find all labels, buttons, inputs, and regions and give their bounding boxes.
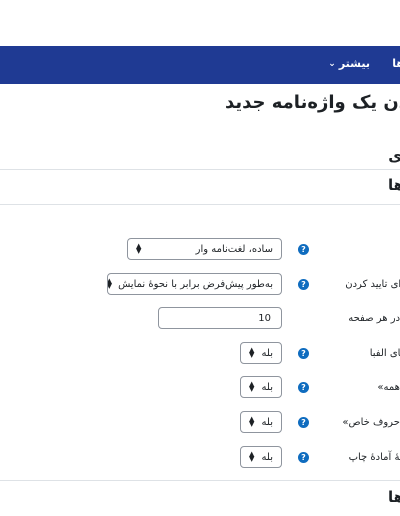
nav-item-partial[interactable]: ها — [392, 57, 400, 70]
show-all-label: «همه» — [377, 382, 400, 393]
question-circle-icon[interactable]: ? — [298, 348, 309, 359]
divider — [0, 169, 400, 170]
section-title-entries[interactable]: ها — [388, 176, 400, 194]
nav-more-label: بیشتر — [338, 57, 370, 70]
show-alphabet-label: های الفبا — [369, 348, 400, 359]
page-title: دن یک واژه‌نامه جدید — [224, 92, 400, 113]
show-alphabet-select[interactable]: بله ▲ ▼ — [240, 342, 282, 364]
section-heading-partial: ی — [388, 147, 400, 165]
entries-per-page-input[interactable]: 10 — [158, 307, 282, 329]
show-all-value: بله — [261, 381, 273, 393]
print-view-label: خهٔ آمادهٔ چاپ — [348, 452, 400, 463]
question-circle-icon[interactable]: ? — [298, 382, 309, 393]
approval-display-label: رای تایید کردن — [345, 279, 400, 290]
select-arrows-icon: ▲ ▼ — [107, 277, 113, 290]
question-circle-icon[interactable]: ? — [298, 244, 309, 255]
top-header — [0, 0, 400, 46]
show-alphabet-value: بله — [261, 347, 273, 359]
select-arrows-icon: ▲ ▼ — [249, 415, 255, 428]
show-special-label: «حروف خاص» — [342, 417, 400, 428]
approval-display-value: به‌طور پیش‌فرض برابر با نحوهٔ نمایش — [118, 278, 273, 290]
divider — [0, 480, 400, 481]
chevron-down-icon: ⌄ — [328, 58, 336, 69]
nav-more-menu[interactable]: بیشتر ⌄ — [328, 57, 370, 70]
question-circle-icon[interactable]: ? — [298, 452, 309, 463]
show-special-select[interactable]: بله ▲ ▼ — [240, 411, 282, 433]
select-arrows-icon: ▲ ▼ — [249, 450, 255, 463]
print-view-value: بله — [261, 451, 273, 463]
approval-display-select[interactable]: به‌طور پیش‌فرض برابر با نحوهٔ نمایش ▲ ▼ — [107, 273, 282, 295]
show-all-select[interactable]: بله ▲ ▼ — [240, 376, 282, 398]
primary-navigation: بیشتر ⌄ ها — [0, 46, 400, 84]
entries-per-page-label: ا در هر صفحه — [348, 313, 400, 324]
section-title-second[interactable]: ها — [388, 488, 400, 506]
display-format-select[interactable]: ساده، لغت‌نامه وار ▲ ▼ — [127, 238, 282, 260]
question-circle-icon[interactable]: ? — [298, 417, 309, 428]
print-view-select[interactable]: بله ▲ ▼ — [240, 446, 282, 468]
select-arrows-icon: ▲ ▼ — [136, 242, 142, 255]
show-special-value: بله — [261, 416, 273, 428]
select-arrows-icon: ▲ ▼ — [249, 346, 255, 359]
display-format-value: ساده، لغت‌نامه وار — [195, 243, 273, 255]
divider — [0, 204, 400, 205]
question-circle-icon[interactable]: ? — [298, 279, 309, 290]
select-arrows-icon: ▲ ▼ — [249, 380, 255, 393]
